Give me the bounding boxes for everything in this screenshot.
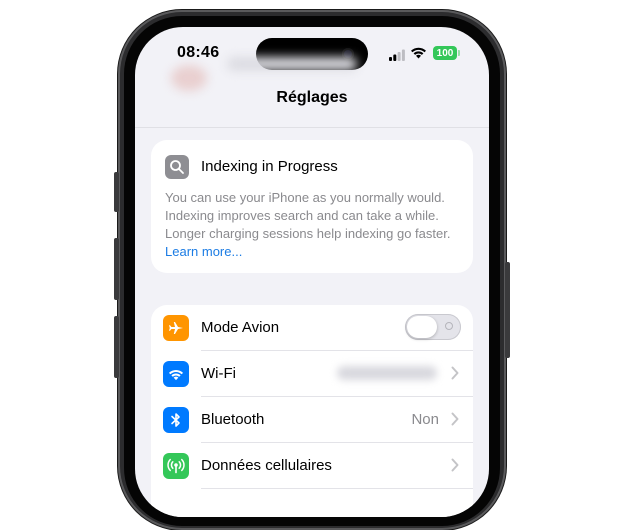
settings-row-cellular[interactable]: Données cellulaires bbox=[151, 443, 473, 489]
wifi-icon bbox=[163, 361, 189, 387]
action-button bbox=[114, 172, 119, 212]
airplane-mode-toggle[interactable] bbox=[405, 314, 461, 340]
chevron-right-icon bbox=[451, 412, 459, 431]
nav-divider bbox=[135, 127, 489, 128]
row-divider bbox=[201, 488, 473, 489]
settings-row-bluetooth[interactable]: Bluetooth Non bbox=[151, 397, 473, 443]
bluetooth-label: Bluetooth bbox=[201, 411, 265, 428]
cellular-icon bbox=[163, 453, 189, 479]
blurred-network-name bbox=[337, 366, 437, 380]
indexing-card: Indexing in Progress You can use your iP… bbox=[151, 140, 473, 273]
bluetooth-icon bbox=[163, 407, 189, 433]
blurred-profile-avatar bbox=[171, 65, 207, 91]
airplane-mode-label: Mode Avion bbox=[201, 319, 280, 336]
bluetooth-status: Non bbox=[411, 411, 439, 428]
indexing-description: You can use your iPhone as you normally … bbox=[165, 189, 465, 261]
cellular-label: Données cellulaires bbox=[201, 457, 332, 474]
power-button bbox=[505, 262, 510, 358]
settings-group: Mode Avion Wi-Fi Bluetooth Non Données c… bbox=[151, 305, 473, 517]
toggle-knob bbox=[407, 316, 437, 338]
battery-cap bbox=[458, 50, 460, 56]
cellular-signal-icon bbox=[389, 48, 405, 66]
blurred-profile-name bbox=[227, 57, 357, 71]
airplane-icon bbox=[163, 315, 189, 341]
toggle-off-indicator bbox=[445, 322, 453, 330]
settings-row-airplane-mode[interactable]: Mode Avion bbox=[151, 305, 473, 351]
chevron-right-icon bbox=[451, 366, 459, 385]
indexing-title: Indexing in Progress bbox=[201, 158, 338, 175]
status-time: 08:46 bbox=[177, 44, 220, 61]
phone-screen: 08:46 100 Réglages Indexing in Progress … bbox=[135, 27, 489, 517]
learn-more-link[interactable]: Learn more... bbox=[165, 244, 242, 259]
indexing-body-text: You can use your iPhone as you normally … bbox=[165, 190, 451, 241]
volume-up-button bbox=[114, 238, 119, 300]
volume-down-button bbox=[114, 316, 119, 378]
battery-level: 100 bbox=[436, 47, 454, 59]
magnifier-icon bbox=[165, 155, 189, 179]
wifi-label: Wi-Fi bbox=[201, 365, 236, 382]
battery-indicator: 100 bbox=[433, 46, 457, 60]
wifi-status-icon bbox=[410, 46, 427, 64]
page-title: Réglages bbox=[276, 89, 348, 106]
chevron-right-icon bbox=[451, 458, 459, 477]
settings-row-wifi[interactable]: Wi-Fi bbox=[151, 351, 473, 397]
